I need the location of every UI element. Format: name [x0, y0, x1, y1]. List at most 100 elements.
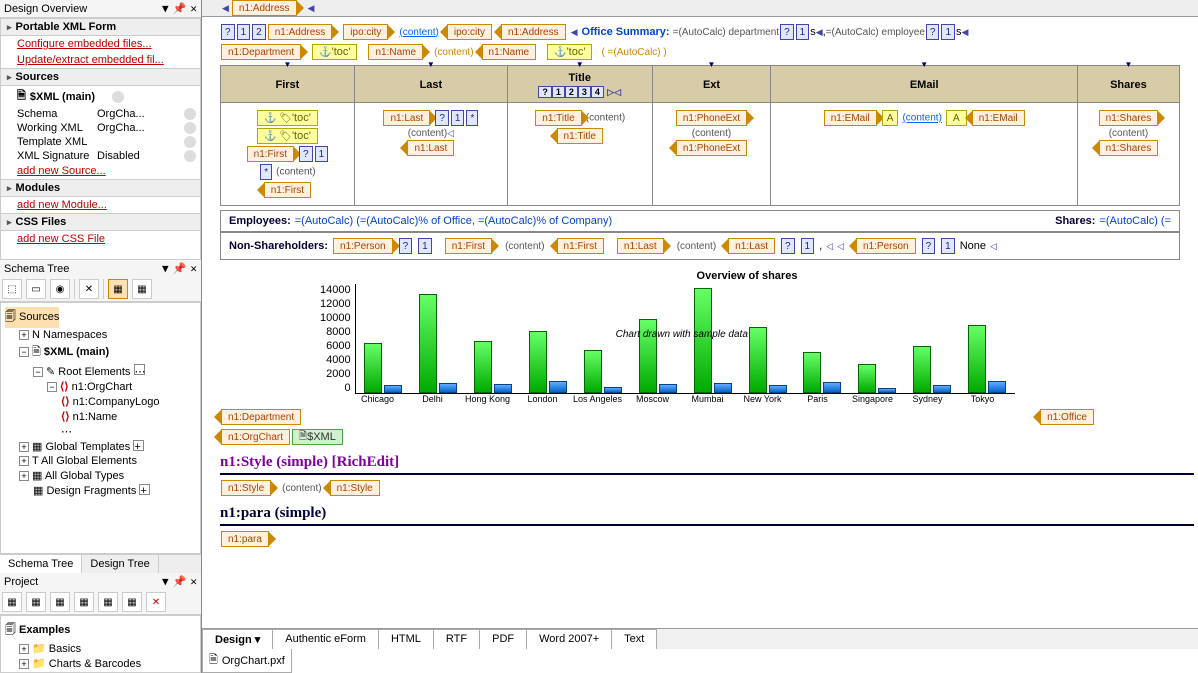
add-css-link[interactable]: add new CSS File	[1, 231, 200, 247]
address-open[interactable]: n1:Address	[268, 24, 333, 40]
dropdown-icon[interactable]: ▼	[162, 575, 169, 588]
tool-btn-5[interactable]: ▦	[108, 279, 128, 299]
add-module-link[interactable]: add new Module...	[1, 197, 200, 213]
toc-tag[interactable]: ⚓ 'toc'	[312, 44, 357, 60]
template-xml-row[interactable]: Template XML	[1, 135, 200, 149]
close-icon[interactable]: ✕	[190, 262, 197, 275]
ipocity-close[interactable]: ipo:city	[447, 24, 492, 40]
tab-pdf[interactable]: PDF	[479, 629, 527, 649]
project-panel: Project ▼ 📌 ✕ ▦ ▦ ▦ ▦ ▦ ▦ ✕ 🗐 Examples +…	[0, 573, 201, 673]
xml-main-node[interactable]: −🗎 $XML (main)	[5, 342, 196, 363]
col-title[interactable]: ▼Title ?1234 ▷◁	[507, 66, 652, 103]
proj-tool-1[interactable]: ▦	[2, 592, 22, 612]
design-canvas[interactable]: ? 1 2 n1:Address ipo:city (content) ipo:…	[202, 17, 1198, 628]
design-overview-panel: Design Overview ▼ 📌 ✕ ▸Portable XML Form…	[0, 0, 201, 260]
pin-icon[interactable]: 📌	[173, 2, 187, 15]
ipocity-open[interactable]: ipo:city	[343, 24, 388, 40]
cell-last[interactable]: n1:Last ?1* (content)◁ n1:Last	[354, 103, 507, 206]
style-close[interactable]: n1:Style	[330, 480, 380, 496]
tab-text[interactable]: Text	[611, 629, 657, 649]
close-icon[interactable]: ✕	[190, 575, 197, 588]
tool-btn-1[interactable]: ⬚	[2, 279, 22, 299]
filter-q[interactable]: ?	[221, 24, 235, 40]
pin-icon[interactable]: 📌	[173, 575, 187, 588]
xml-main-row[interactable]: 🗎$XML (main)	[1, 86, 200, 107]
dept-close[interactable]: n1:Department	[221, 409, 301, 425]
root-elements-node[interactable]: −✎ Root Elements ⋯	[5, 363, 196, 379]
dept-open[interactable]: n1:Department	[221, 44, 301, 60]
portable-xml-section[interactable]: ▸Portable XML Form	[1, 18, 200, 36]
cell-ext[interactable]: n1:PhoneExt (content) n1:PhoneExt	[652, 103, 771, 206]
file-tab[interactable]: 🗎 OrgChart.pxf	[202, 649, 292, 673]
proj-tool-5[interactable]: ▦	[98, 592, 118, 612]
examples-node[interactable]: 🗐 Examples	[5, 620, 196, 641]
filter-1[interactable]: 1	[237, 24, 251, 40]
global-types-node[interactable]: +▦ All Global Types	[5, 468, 196, 483]
xml-signature-row[interactable]: XML SignatureDisabled	[1, 149, 200, 163]
css-section[interactable]: ▸CSS Files	[1, 213, 200, 231]
global-templates-node[interactable]: +▦ Global Templates +	[5, 439, 196, 454]
tab-rtf[interactable]: RTF	[433, 629, 480, 649]
tool-btn-delete[interactable]: ✕	[79, 279, 99, 299]
dropdown-icon[interactable]: ▼	[162, 262, 169, 275]
add-source-link[interactable]: add new Source...	[1, 163, 200, 179]
bar-secondary	[384, 385, 402, 393]
proj-tool-6[interactable]: ▦	[122, 592, 142, 612]
update-embedded-link[interactable]: Update/extract embedded fil...	[1, 52, 200, 68]
close-icon[interactable]: ✕	[190, 2, 197, 15]
pin-icon[interactable]: 📌	[173, 262, 187, 275]
status-dot[interactable]	[112, 91, 124, 103]
office-close[interactable]: n1:Office	[1040, 409, 1094, 425]
companylogo-node[interactable]: ⟨⟩ n1:CompanyLogo	[5, 394, 196, 409]
global-elements-node[interactable]: +T All Global Elements	[5, 454, 196, 468]
col-shares[interactable]: ▼Shares	[1077, 66, 1179, 103]
address-tag[interactable]: n1:Address	[232, 0, 297, 16]
tool-btn-6[interactable]: ▦	[132, 279, 152, 299]
cell-shares[interactable]: n1:Shares (content) n1:Shares	[1077, 103, 1179, 206]
tool-btn-3[interactable]: ◉	[50, 279, 70, 299]
pin-icon[interactable]: ▼	[162, 2, 169, 15]
cell-title[interactable]: n1:Title (content) n1:Title	[507, 103, 652, 206]
charts-folder[interactable]: +📁 Charts & Barcodes	[5, 656, 196, 671]
col-ext[interactable]: ▼Ext	[652, 66, 771, 103]
configure-embedded-link[interactable]: Configure embedded files...	[1, 36, 200, 52]
basics-folder[interactable]: +📁 Basics	[5, 641, 196, 656]
tab-html[interactable]: HTML	[378, 629, 434, 649]
tab-word[interactable]: Word 2007+	[526, 629, 612, 649]
design-fragments-node[interactable]: ▦ Design Fragments +	[5, 483, 196, 498]
proj-tool-delete[interactable]: ✕	[146, 592, 166, 612]
address-close[interactable]: n1:Address	[501, 24, 566, 40]
col-first[interactable]: ▼First	[221, 66, 355, 103]
schema-row[interactable]: SchemaOrgCha...	[1, 107, 200, 121]
filter-2[interactable]: 2	[252, 24, 266, 40]
style-open[interactable]: n1:Style	[221, 480, 271, 496]
proj-tool-4[interactable]: ▦	[74, 592, 94, 612]
design-overview-title[interactable]: Design Overview ▼ 📌 ✕	[0, 0, 201, 17]
col-last[interactable]: ▼Last	[354, 66, 507, 103]
orgchart-node[interactable]: −⟨⟩ n1:OrgChart	[5, 379, 196, 394]
name-close[interactable]: n1:Name	[482, 44, 537, 60]
tool-btn-2[interactable]: ▭	[26, 279, 46, 299]
sources-node[interactable]: 🗐 Sources	[5, 307, 59, 328]
proj-tool-3[interactable]: ▦	[50, 592, 70, 612]
cell-first[interactable]: ⚓ 🏷 'toc' ⚓ 🏷 'toc' n1:First ?1 * (conte…	[221, 103, 355, 206]
working-xml-row[interactable]: Working XMLOrgCha...	[1, 121, 200, 135]
name-node[interactable]: ⟨⟩ n1:Name	[5, 409, 196, 424]
tab-design-tree[interactable]: Design Tree	[82, 555, 158, 573]
bar-secondary	[604, 387, 622, 393]
modules-section[interactable]: ▸Modules	[1, 179, 200, 197]
name-open[interactable]: n1:Name	[368, 44, 423, 60]
para-open[interactable]: n1:para	[221, 531, 269, 547]
tab-authentic[interactable]: Authentic eForm	[272, 629, 379, 649]
orgchart-close[interactable]: n1:OrgChart	[221, 429, 290, 445]
proj-tool-2[interactable]: ▦	[26, 592, 46, 612]
col-email[interactable]: ▼EMail	[771, 66, 1077, 103]
more-node[interactable]: ⋯	[5, 424, 196, 439]
xml-close[interactable]: 🗎 $XML	[292, 429, 343, 445]
toc-tag[interactable]: ⚓ 'toc'	[547, 44, 592, 60]
tab-design[interactable]: Design ▾	[202, 629, 273, 649]
cell-email[interactable]: n1:EMail A (content) A n1:EMail	[771, 103, 1077, 206]
namespaces-node[interactable]: +N Namespaces	[5, 328, 196, 342]
sources-section[interactable]: ▸Sources	[1, 68, 200, 86]
tab-schema-tree[interactable]: Schema Tree	[0, 555, 82, 573]
